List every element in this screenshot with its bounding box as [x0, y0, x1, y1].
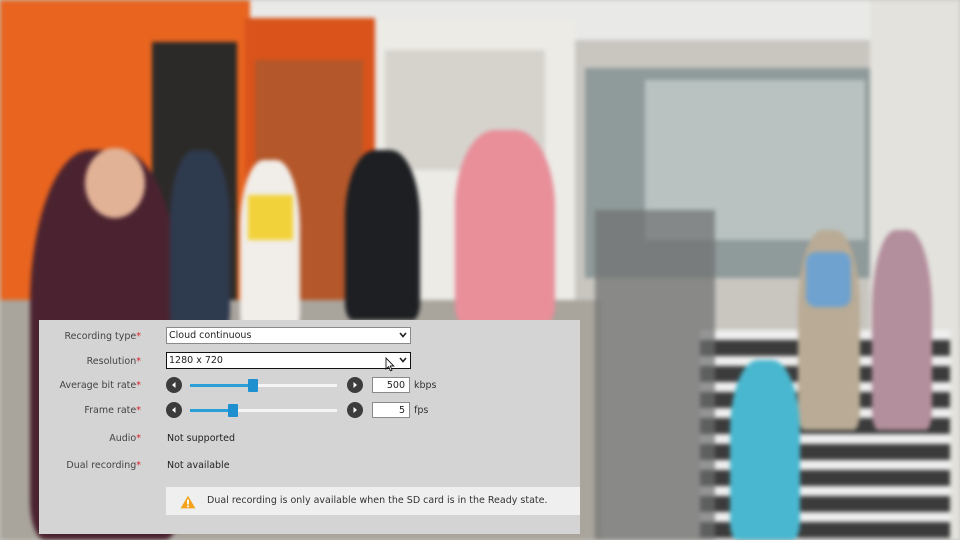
frame-rate-increase-button[interactable] [347, 402, 363, 418]
notice-text: Dual recording is only available when th… [207, 495, 548, 506]
caret-left-icon [172, 407, 176, 413]
bit-rate-decrease-button[interactable] [166, 377, 182, 393]
frame-rate-label: Frame rate* [84, 405, 141, 416]
frame-rate-slider[interactable] [190, 404, 337, 417]
chevron-down-icon [399, 332, 407, 338]
bit-rate-slider-handle[interactable] [248, 379, 259, 392]
dual-recording-row: Dual recording* Not available [39, 456, 580, 476]
chevron-down-icon [399, 357, 407, 363]
frame-rate-input[interactable]: 5 [372, 402, 410, 418]
bit-rate-increase-button[interactable] [347, 377, 363, 393]
resolution-select[interactable]: 1280 x 720 [166, 352, 411, 369]
frame-rate-decrease-button[interactable] [166, 402, 182, 418]
frame-rate-unit: fps [414, 405, 429, 416]
frame-rate-slider-handle[interactable] [227, 404, 238, 417]
caret-right-icon [353, 382, 357, 388]
audio-value: Not supported [167, 433, 236, 444]
mouse-pointer-icon [385, 357, 395, 372]
recording-type-label: Recording type* [64, 331, 141, 342]
resolution-row: Resolution* 1280 x 720 [39, 352, 580, 372]
bit-rate-input[interactable]: 500 [372, 377, 410, 393]
frame-rate-row: Frame rate* 5 fps [39, 401, 580, 421]
audio-label: Audio* [109, 433, 141, 444]
bit-rate-unit: kbps [414, 380, 437, 391]
bit-rate-slider[interactable] [190, 379, 337, 392]
resolution-label: Resolution* [86, 356, 141, 367]
warning-icon [180, 495, 196, 509]
recording-settings-panel: Recording type* Cloud continuous Resolut… [39, 320, 580, 534]
audio-row: Audio* Not supported [39, 429, 580, 449]
recording-type-select[interactable]: Cloud continuous [166, 327, 411, 344]
dual-recording-label: Dual recording* [66, 460, 141, 471]
bit-rate-row: Average bit rate* 500 kbps [39, 376, 580, 396]
bit-rate-label: Average bit rate* [59, 380, 142, 391]
recording-type-row: Recording type* Cloud continuous [39, 327, 580, 347]
resolution-value: 1280 x 720 [169, 355, 223, 366]
caret-left-icon [172, 382, 176, 388]
caret-right-icon [353, 407, 357, 413]
dual-recording-value: Not available [167, 460, 230, 471]
recording-type-value: Cloud continuous [169, 330, 252, 341]
dual-recording-notice: Dual recording is only available when th… [166, 487, 580, 515]
